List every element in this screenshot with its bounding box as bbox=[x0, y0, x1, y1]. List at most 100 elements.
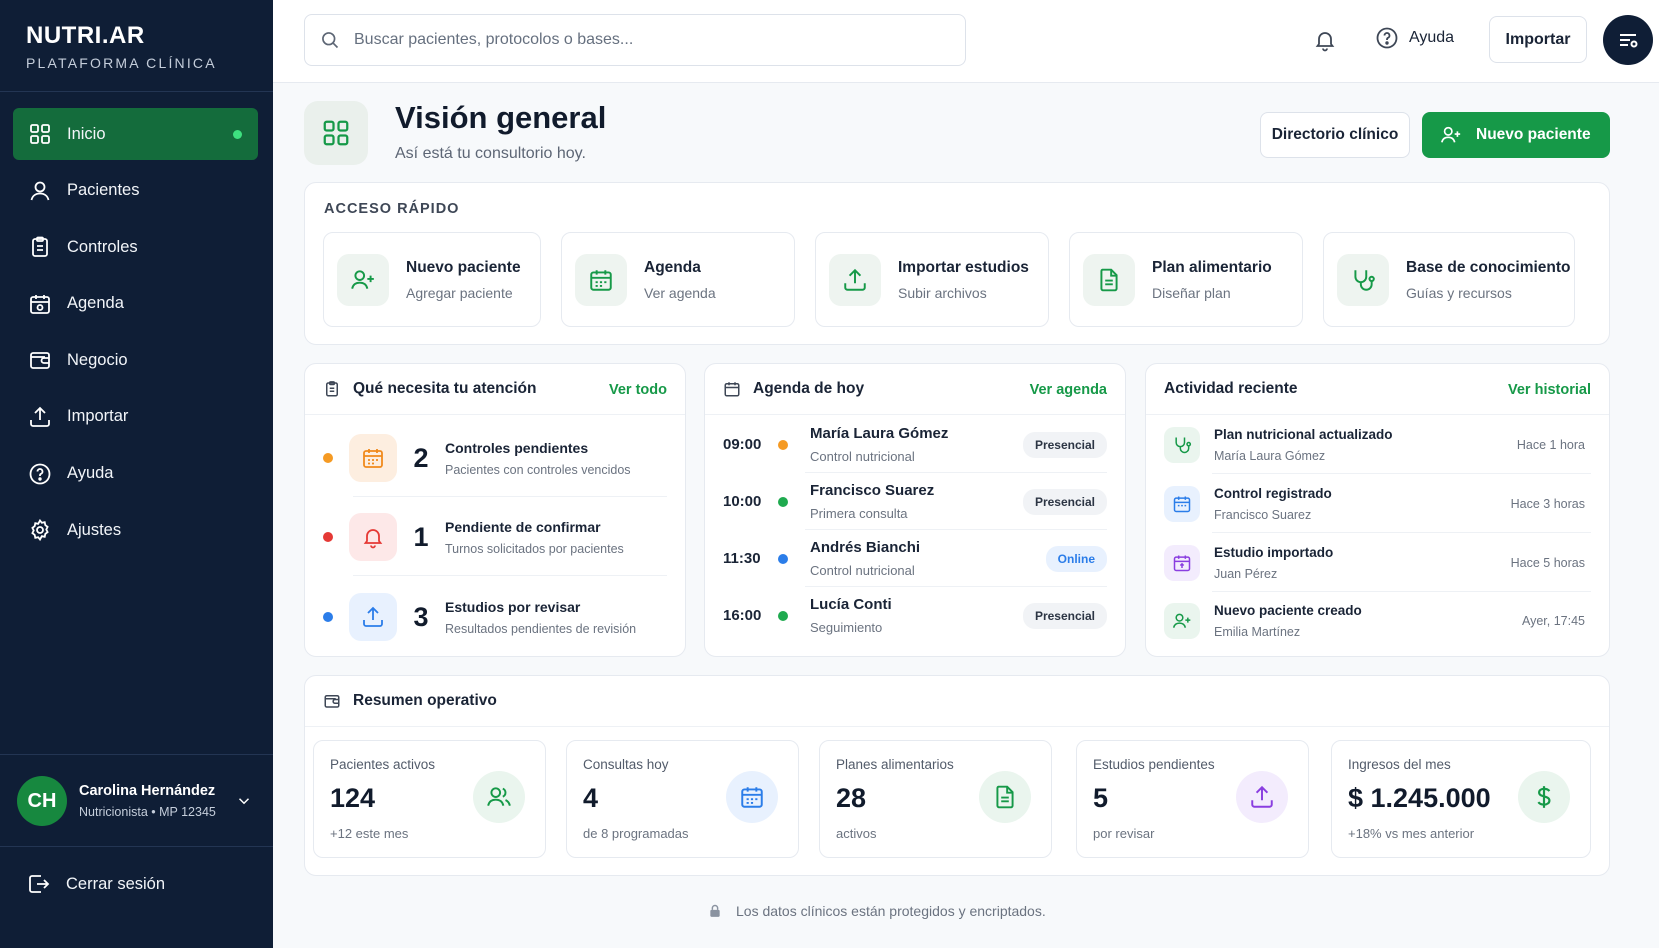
stat-label: Planes alimentarios bbox=[836, 757, 954, 772]
divider bbox=[305, 726, 1609, 727]
clipboard-icon bbox=[326, 381, 338, 397]
logout-icon bbox=[29, 875, 50, 893]
grid-icon bbox=[30, 124, 50, 144]
activity-item-subtitle: Emilia Martínez bbox=[1214, 625, 1301, 639]
agenda-item[interactable]: 10:00 Francisco Suarez Primera consulta … bbox=[723, 473, 1107, 530]
stat-label: Estudios pendientes bbox=[1093, 757, 1215, 772]
sidebar-item-importar[interactable]: Importar bbox=[13, 391, 258, 443]
clipboard-icon bbox=[32, 236, 48, 258]
stat-value: 5 bbox=[1093, 783, 1109, 813]
attention-count: 1 bbox=[413, 521, 429, 552]
quick-item-agenda[interactable]: Agenda Ver agenda bbox=[561, 232, 795, 327]
stat-card-consultations[interactable]: Consultas hoy 4 de 8 programadas bbox=[566, 740, 799, 858]
view-agenda-link[interactable]: Ver agenda bbox=[1030, 382, 1107, 398]
new-patient-button[interactable]: Nuevo paciente bbox=[1422, 112, 1610, 158]
directory-button[interactable]: Directorio clínico bbox=[1260, 112, 1410, 158]
new-patient-label: Nuevo paciente bbox=[1476, 126, 1591, 143]
menu-lines-icon bbox=[1620, 34, 1638, 48]
quick-item-title: Nuevo paciente bbox=[406, 258, 521, 276]
gear-icon bbox=[31, 519, 49, 542]
menu-button[interactable] bbox=[1603, 15, 1653, 65]
user-name: Carolina Hernández bbox=[79, 783, 216, 799]
search-icon bbox=[322, 32, 339, 49]
quick-item-title: Base de conocimiento bbox=[1406, 258, 1571, 276]
patient-name: Andrés Bianchi bbox=[810, 539, 921, 556]
sidebar-item-inicio[interactable]: Inicio bbox=[13, 108, 258, 160]
summary-card: Resumen operativo Pacientes activos 124 … bbox=[304, 675, 1610, 876]
activity-item[interactable]: Estudio importado Juan Pérez Hace 5 hora… bbox=[1164, 534, 1591, 592]
user-plus-icon bbox=[1441, 126, 1461, 143]
search-bar[interactable] bbox=[304, 14, 966, 66]
agenda-item[interactable]: 09:00 María Laura Gómez Control nutricio… bbox=[723, 416, 1107, 473]
upload-icon bbox=[829, 253, 881, 306]
quick-item-new-patient[interactable]: Nuevo paciente Agregar paciente bbox=[323, 232, 541, 327]
sidebar-item-negocio[interactable]: Negocio bbox=[13, 334, 258, 386]
stat-card-monthly-income[interactable]: Ingresos del mes $ 1.245.000 +18% vs mes… bbox=[1331, 740, 1591, 858]
quick-item-meal-plan[interactable]: Plan alimentario Diseñar plan bbox=[1069, 232, 1303, 327]
sidebar-item-ayuda[interactable]: Ayuda bbox=[13, 448, 258, 500]
logout-label: Cerrar sesión bbox=[66, 874, 166, 893]
calendar-icon bbox=[724, 382, 740, 397]
stat-card-active-patients[interactable]: Pacientes activos 124 +12 este mes bbox=[313, 740, 546, 858]
activity-item[interactable]: Control registrado Francisco Suarez Hace… bbox=[1164, 475, 1591, 533]
chevron-down-icon[interactable] bbox=[235, 792, 253, 810]
sidebar-item-pacientes[interactable]: Pacientes bbox=[13, 165, 258, 217]
calendar-upload-icon bbox=[1164, 545, 1200, 581]
view-history-link[interactable]: Ver historial bbox=[1508, 382, 1591, 398]
sidebar-nav: Inicio Pacientes Controles Agenda Negoci… bbox=[13, 108, 258, 561]
page-icon bbox=[304, 101, 368, 165]
attention-item[interactable]: 2 Controles pendientes Pacientes con con… bbox=[323, 419, 667, 497]
attention-item[interactable]: 3 Estudios por revisar Resultados pendie… bbox=[323, 578, 667, 656]
stat-subtitle: por revisar bbox=[1093, 826, 1155, 841]
status-dot bbox=[323, 453, 333, 463]
attention-item-title: Estudios por revisar bbox=[445, 598, 581, 615]
agenda-item[interactable]: 11:30 Andrés Bianchi Control nutricional… bbox=[723, 530, 1107, 587]
quick-item-title: Agenda bbox=[644, 258, 701, 276]
agenda-item[interactable]: 16:00 Lucía Conti Seguimiento Presencial bbox=[723, 587, 1107, 644]
stat-card-meal-plans[interactable]: Planes alimentarios 28 activos bbox=[819, 740, 1052, 858]
search-input[interactable] bbox=[354, 31, 914, 49]
quick-item-knowledge-base[interactable]: Base de conocimiento Guías y recursos bbox=[1323, 232, 1575, 327]
user-icon bbox=[30, 181, 50, 200]
page-title: Visión general bbox=[395, 100, 607, 135]
agenda-title: Agenda de hoy bbox=[723, 380, 864, 398]
stat-value: 4 bbox=[583, 783, 599, 813]
brand-name: NUTRI.AR bbox=[26, 22, 145, 49]
quick-item-subtitle: Ver agenda bbox=[644, 284, 716, 301]
import-button[interactable]: Importar bbox=[1489, 16, 1587, 63]
help-icon bbox=[29, 463, 51, 484]
patient-name: María Laura Gómez bbox=[810, 425, 949, 442]
view-all-link[interactable]: Ver todo bbox=[609, 382, 667, 398]
activity-item-subtitle: Juan Pérez bbox=[1214, 567, 1278, 581]
activity-item[interactable]: Nuevo paciente creado Emilia Martínez Ay… bbox=[1164, 592, 1591, 650]
sidebar-item-agenda[interactable]: Agenda bbox=[13, 278, 258, 330]
sidebar-item-label: Inicio bbox=[67, 124, 106, 143]
activity-time: Hace 1 hora bbox=[1516, 438, 1585, 452]
quick-item-title: Importar estudios bbox=[898, 258, 1029, 276]
sidebar: NUTRI.AR PLATAFORMA CLÍNICA Inicio Pacie… bbox=[0, 0, 273, 948]
sidebar-item-controles[interactable]: Controles bbox=[13, 221, 258, 273]
stat-card-pending-studies[interactable]: Estudios pendientes 5 por revisar bbox=[1076, 740, 1309, 858]
sidebar-item-ajustes[interactable]: Ajustes bbox=[13, 504, 258, 556]
users-icon bbox=[473, 771, 525, 823]
activity-card: Actividad reciente Ver historial Plan nu… bbox=[1145, 363, 1610, 657]
user-profile[interactable]: CH Carolina Hernández Nutricionista • MP… bbox=[17, 774, 257, 828]
attention-item[interactable]: 1 Pendiente de confirmar Turnos solicita… bbox=[323, 498, 667, 576]
patient-name: Francisco Suarez bbox=[810, 482, 935, 499]
stat-label: Consultas hoy bbox=[583, 757, 669, 772]
activity-time: Hace 5 horas bbox=[1510, 556, 1585, 570]
document-icon bbox=[1083, 253, 1135, 306]
quick-item-import[interactable]: Importar estudios Subir archivos bbox=[815, 232, 1049, 327]
logout-button[interactable]: Cerrar sesión bbox=[27, 872, 165, 896]
sidebar-divider bbox=[0, 846, 273, 847]
security-note-text: Los datos clínicos están protegidos y en… bbox=[736, 903, 1046, 919]
quick-item-title: Plan alimentario bbox=[1152, 258, 1272, 276]
status-dot bbox=[778, 553, 788, 564]
help-button[interactable]: Ayuda bbox=[1375, 26, 1454, 50]
status-dot bbox=[778, 439, 788, 450]
brand-subtitle: PLATAFORMA CLÍNICA bbox=[26, 55, 217, 71]
bell-icon[interactable] bbox=[1313, 27, 1337, 53]
activity-item[interactable]: Plan nutricional actualizado María Laura… bbox=[1164, 416, 1591, 474]
brand-logo[interactable]: NUTRI.AR PLATAFORMA CLÍNICA bbox=[26, 22, 217, 71]
stat-value: $ 1.245.000 bbox=[1348, 783, 1491, 813]
